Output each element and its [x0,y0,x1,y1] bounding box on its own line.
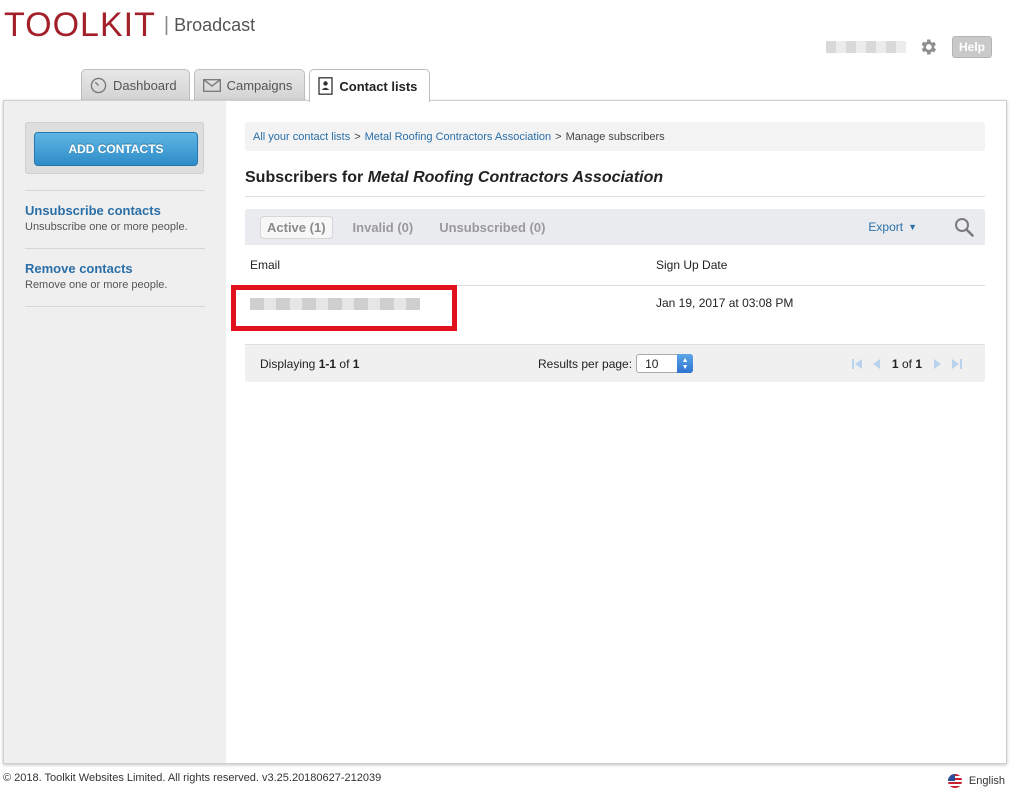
results-per-page-value: 10 [645,356,659,371]
pagination-bar: Displaying 1-1 of 1 Results per page: 10… [245,345,985,382]
breadcrumb-all-lists[interactable]: All your contact lists [253,131,350,143]
next-page-icon[interactable] [931,358,943,370]
prev-page-icon[interactable] [871,358,883,370]
page-indicator: 1 of 1 [892,357,922,371]
first-page-icon[interactable] [851,358,863,370]
page-of: of [901,356,912,371]
sidebar-divider [25,248,205,249]
page-total: 1 [915,356,922,371]
tab-campaigns[interactable]: Campaigns [193,69,306,101]
filter-invalid[interactable]: Invalid (0) [347,217,420,238]
search-icon[interactable] [954,217,974,237]
filter-active[interactable]: Active (1) [260,215,333,239]
table-header: Email Sign Up Date [245,245,985,286]
export-label: Export [868,220,904,234]
user-area: Help [825,36,992,58]
add-contacts-button[interactable]: ADD CONTACTS [34,132,198,166]
breadcrumb-current: Manage subscribers [565,130,665,143]
tab-label: Contact lists [339,78,418,94]
us-flag-icon [947,774,962,788]
breadcrumb-separator: > [354,130,361,143]
filter-unsubscribed[interactable]: Unsubscribed (0) [433,217,551,238]
page-navigator: 1 of 1 [847,357,967,371]
tab-label: Dashboard [113,78,177,93]
page-current: 1 [891,356,899,371]
add-contacts-container: ADD CONTACTS [25,122,204,174]
updown-arrows-icon: ▲ ▼ [677,354,694,373]
main-tabs: Dashboard Campaigns Contact lists [81,69,434,102]
product-name: Broadcast [174,15,256,35]
column-header-email[interactable]: Email [250,258,280,272]
displaying-total: 1 [352,356,360,371]
logo-text: TOOLKIT [4,6,156,44]
signup-date-cell: Jan 19, 2017 at 03:08 PM [656,296,794,310]
envelope-icon [202,79,221,92]
logo[interactable]: TOOLKIT | Broadcast [4,8,255,42]
breadcrumb-list-name[interactable]: Metal Roofing Contractors Association [365,131,551,143]
content-area: All your contact lists > Metal Roofing C… [231,122,985,382]
displaying-prefix: Displaying [260,356,316,371]
logo-separator: | [163,13,170,36]
footer-copyright: © 2018. Toolkit Websites Limited. All ri… [3,772,382,784]
displaying-count: Displaying 1-1 of 1 [260,357,359,371]
gear-icon[interactable] [918,37,938,57]
last-page-icon[interactable] [951,358,963,370]
remove-contacts-desc: Remove one or more people. [25,279,168,291]
sidebar: ADD CONTACTS Unsubscribe contacts Unsubs… [4,101,226,763]
sidebar-divider [25,306,205,307]
help-button[interactable]: Help [951,36,992,58]
language-selector[interactable]: English [947,774,1005,788]
results-per-page-label: Results per page: [538,356,633,371]
column-header-signup-date[interactable]: Sign Up Date [656,258,727,272]
tab-label: Campaigns [226,78,293,93]
main-panel: ADD CONTACTS Unsubscribe contacts Unsubs… [3,100,1007,764]
tab-contact-lists[interactable]: Contact lists [309,69,431,102]
displaying-of: of [339,356,350,371]
filter-bar: Active (1) Invalid (0) Unsubscribed (0) … [245,209,985,245]
page-title: Subscribers for Metal Roofing Contractor… [245,169,985,197]
page-title-prefix: Subscribers for [245,169,364,186]
tab-dashboard[interactable]: Dashboard [81,69,190,101]
sidebar-divider [25,190,205,191]
unsubscribe-contacts-desc: Unsubscribe one or more people. [25,221,188,233]
remove-contacts-link[interactable]: Remove contacts [25,261,133,276]
user-name-redacted[interactable] [825,41,906,53]
displaying-range: 1-1 [318,356,337,371]
table-row[interactable]: Jan 19, 2017 at 03:08 PM [231,285,985,345]
page-title-list-name: Metal Roofing Contractors Association [367,169,664,186]
contact-book-icon [318,77,334,95]
breadcrumb-separator: > [555,130,562,143]
results-per-page: Results per page: 10 ▲ ▼ [538,354,694,373]
highlight-annotation [231,285,457,331]
export-button[interactable]: Export ▼ [868,220,917,234]
results-per-page-select[interactable]: 10 ▲ ▼ [636,354,694,373]
unsubscribe-contacts-link[interactable]: Unsubscribe contacts [25,203,161,218]
gauge-icon [90,77,107,94]
breadcrumb: All your contact lists > Metal Roofing C… [245,122,985,151]
language-label: English [968,775,1005,787]
caret-down-icon: ▼ [908,222,917,232]
